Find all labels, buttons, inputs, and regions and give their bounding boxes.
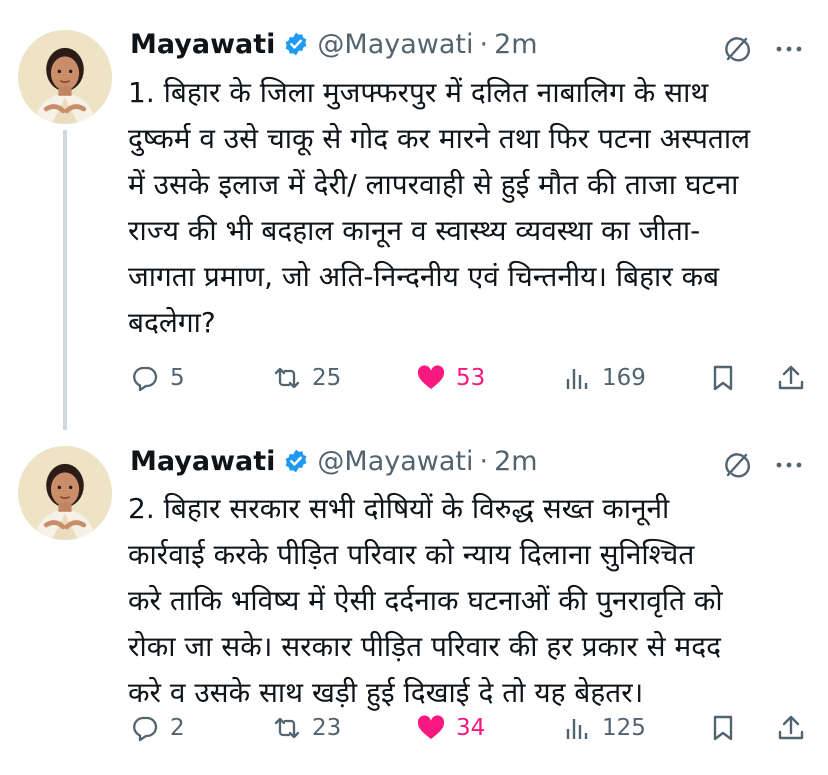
- tweet-header: Mayawati @Mayawati · 2m: [130, 26, 538, 62]
- tweet-header: Mayawati @Mayawati · 2m: [130, 443, 538, 479]
- verified-badge-icon: [284, 31, 308, 57]
- reply-button[interactable]: 2: [130, 708, 185, 748]
- author-handle[interactable]: @Mayawati: [317, 446, 473, 477]
- views-chart-icon: [566, 369, 588, 389]
- author-name[interactable]: Mayawati: [130, 446, 275, 477]
- views-chart-icon: [566, 719, 588, 739]
- views-count: 169: [602, 365, 646, 391]
- reply-button[interactable]: 5: [130, 358, 185, 398]
- like-button[interactable]: 34: [416, 708, 485, 748]
- profile-photo-icon: [18, 30, 112, 124]
- separator: ·: [479, 28, 489, 60]
- reply-count: 5: [170, 365, 185, 391]
- tweet-text-line: में उसके इलाज में देरी/ लापरवाही से हुई …: [128, 168, 739, 201]
- bookmark-icon: [713, 715, 733, 741]
- timestamp[interactable]: 2m: [494, 446, 537, 477]
- tweet-text: 1. बिहार के जिला मुजफ्फरपुर में दलित नाब…: [128, 70, 808, 346]
- bookmark-button[interactable]: [708, 708, 738, 748]
- avatar[interactable]: [18, 30, 112, 124]
- tweet-text-line: रोका जा सके। सरकार पीड़ित परिवार की हर प…: [128, 630, 721, 663]
- author-handle[interactable]: @Mayawati: [317, 29, 473, 60]
- tweet-text-line: कार्रवाई करके पीड़ित परिवार को न्याय दिल…: [128, 538, 695, 571]
- grok-icon[interactable]: [722, 450, 752, 480]
- avatar[interactable]: [18, 446, 112, 540]
- tweet-text-line: बदलेगा?: [128, 306, 216, 339]
- author-name[interactable]: Mayawati: [130, 29, 275, 60]
- tweet-text-line: राज्य की भी बदहाल कानून व स्वास्थ्य व्यव…: [128, 214, 701, 247]
- tweet-2[interactable]: Mayawati @Mayawati · 2m 2. बिहार सरकार स…: [0, 430, 828, 775]
- views-button[interactable]: 169: [562, 358, 646, 398]
- share-icon: [778, 365, 804, 390]
- retweet-button[interactable]: 23: [272, 708, 341, 748]
- retweet-icon: [274, 367, 300, 389]
- share-icon: [778, 715, 804, 740]
- tweet-text-line: करे ताकि भविष्य में ऐसी दर्दनाक घटनाओं क…: [128, 584, 723, 617]
- heart-filled-icon: [417, 715, 445, 739]
- retweet-count: 23: [312, 715, 342, 741]
- action-bar: 5 25 53 169: [130, 358, 810, 398]
- views-count: 125: [602, 715, 646, 741]
- timestamp[interactable]: 2m: [494, 29, 537, 60]
- tweet-text-line: 1. बिहार के जिला मुजफ्फरपुर में दलित नाब…: [128, 76, 709, 109]
- retweet-icon: [274, 717, 300, 739]
- tweet-text-line: दुष्कर्म व उसे चाकू से गोद कर मारने तथा …: [128, 122, 751, 155]
- tweet-text-line: जागता प्रमाण, जो अति-निन्दनीय एवं चिन्तन…: [128, 260, 720, 293]
- like-count: 53: [456, 365, 486, 391]
- tweet-text-line: 2. बिहार सरकार सभी दोषियों के विरुद्ध सख…: [128, 492, 670, 525]
- retweet-button[interactable]: 25: [272, 358, 341, 398]
- more-options-icon[interactable]: [772, 34, 806, 64]
- share-button[interactable]: [776, 358, 806, 398]
- views-button[interactable]: 125: [562, 708, 646, 748]
- reply-count: 2: [170, 715, 185, 741]
- reply-icon: [133, 366, 158, 392]
- like-count: 34: [456, 715, 486, 741]
- profile-photo-icon: [18, 446, 112, 540]
- separator: ·: [479, 445, 489, 477]
- tweet-text: 2. बिहार सरकार सभी दोषियों के विरुद्ध सख…: [128, 486, 808, 716]
- bookmark-icon: [713, 365, 733, 391]
- tweet-1[interactable]: Mayawati @Mayawati · 2m 1. बिहार के जिला…: [0, 0, 828, 430]
- share-button[interactable]: [776, 708, 806, 748]
- more-options-icon[interactable]: [772, 450, 806, 480]
- verified-badge-icon: [284, 448, 308, 474]
- reply-icon: [133, 716, 158, 742]
- bookmark-button[interactable]: [708, 358, 738, 398]
- thread-line: [63, 130, 67, 430]
- retweet-count: 25: [312, 365, 342, 391]
- action-bar: 2 23 34 125: [130, 708, 810, 748]
- grok-icon[interactable]: [722, 34, 752, 64]
- heart-filled-icon: [417, 365, 445, 389]
- like-button[interactable]: 53: [416, 358, 485, 398]
